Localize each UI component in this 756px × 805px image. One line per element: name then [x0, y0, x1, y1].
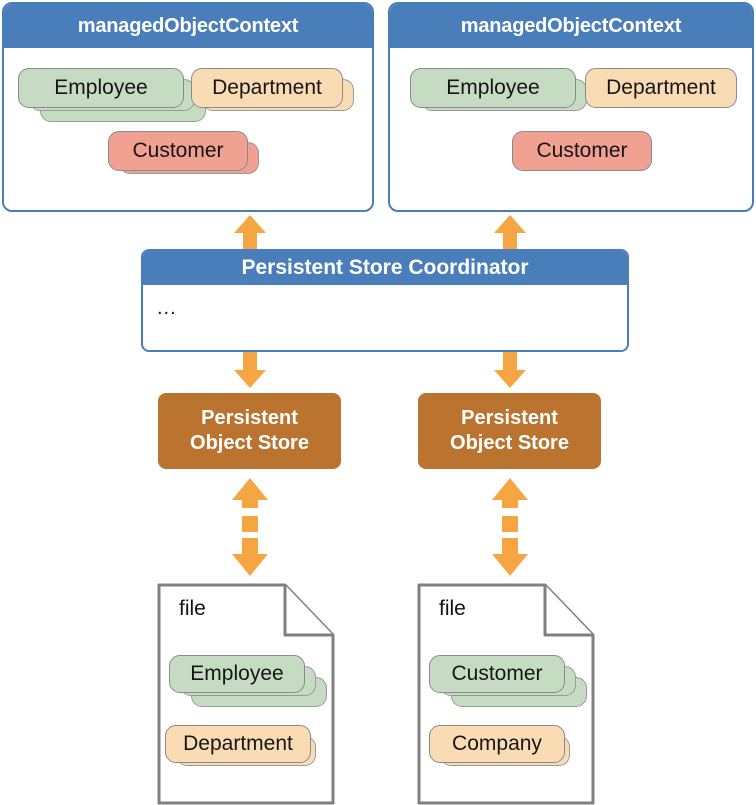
entity-pill-label: Department: [165, 725, 311, 763]
arrow-coordinator-to-store-left: [234, 352, 266, 388]
store-title-line2: Object Store: [190, 432, 309, 454]
entity-pill-department[interactable]: Department: [585, 68, 745, 112]
coordinator-title: Persistent Store Coordinator: [143, 251, 627, 285]
store-title-line1: Persistent: [461, 407, 558, 429]
entity-pill-label: Company: [429, 725, 565, 763]
store-title-line2: Object Store: [450, 432, 569, 454]
entity-pill-label: Customer: [108, 131, 248, 171]
managed-object-context-right[interactable]: managedObjectContext Employee Department…: [388, 2, 754, 212]
entity-pill-label: Department: [585, 68, 737, 108]
entity-pill-department[interactable]: Department: [191, 68, 361, 124]
context-title-right: managedObjectContext: [390, 4, 752, 48]
entity-pill-label: Employee: [410, 68, 576, 108]
context-body-left: Employee Department Customer: [4, 48, 372, 210]
persistent-store-coordinator[interactable]: Persistent Store Coordinator ...: [141, 249, 629, 352]
entity-pill-employee[interactable]: Employee: [410, 68, 600, 124]
entity-pill-company[interactable]: Company: [429, 725, 589, 779]
entity-pill-label: Customer: [429, 655, 565, 693]
entity-pill-customer[interactable]: Customer: [108, 131, 278, 187]
entity-pill-employee[interactable]: Employee: [169, 655, 329, 717]
file-label: file: [179, 597, 206, 620]
store-title-line1: Persistent: [201, 407, 298, 429]
context-body-right: Employee Department Customer: [390, 48, 752, 210]
context-title-left: managedObjectContext: [4, 4, 372, 48]
entity-pill-employee[interactable]: Employee: [18, 68, 208, 128]
diagram-canvas: managedObjectContext Employee Department…: [0, 0, 756, 805]
coordinator-body: ...: [143, 285, 627, 350]
arrow-store-to-context-right: [494, 215, 526, 249]
arrow-coordinator-to-store-right: [494, 352, 526, 388]
persistent-object-store-left[interactable]: Persistent Object Store: [158, 393, 341, 469]
entity-pill-customer[interactable]: Customer: [429, 655, 589, 717]
entity-pill-department[interactable]: Department: [165, 725, 335, 779]
entity-pill-label: Employee: [169, 655, 305, 693]
coordinator-ellipsis: ...: [157, 297, 177, 319]
managed-object-context-left[interactable]: managedObjectContext Employee Department…: [2, 2, 374, 212]
entity-pill-label: Customer: [512, 131, 652, 171]
entity-pill-label: Employee: [18, 68, 184, 108]
file-document-right[interactable]: file Customer Company: [417, 583, 595, 805]
arrow-store-to-file-left: [232, 478, 268, 576]
entity-pill-customer[interactable]: Customer: [512, 131, 662, 175]
entity-pill-label: Department: [191, 68, 343, 108]
file-label: file: [439, 597, 466, 620]
arrow-store-to-file-right: [492, 478, 528, 576]
arrow-store-to-context-left: [234, 215, 266, 249]
persistent-object-store-right[interactable]: Persistent Object Store: [418, 393, 601, 469]
file-document-left[interactable]: file Employee Department: [157, 583, 335, 805]
